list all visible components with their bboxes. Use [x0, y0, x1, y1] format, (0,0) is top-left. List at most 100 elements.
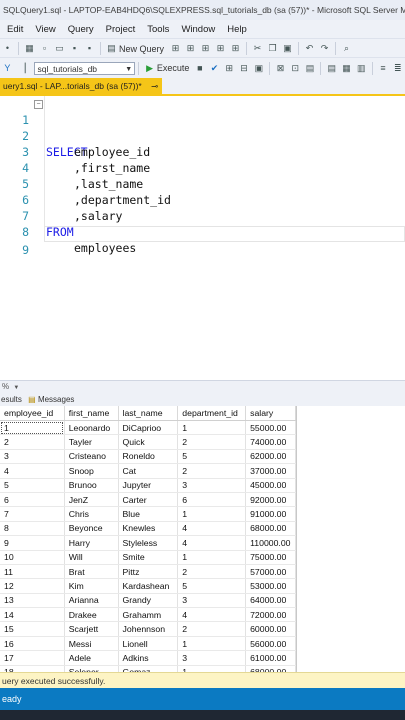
- code-line[interactable]: 3 ,first_name: [0, 128, 405, 175]
- new-query-icon[interactable]: ▤: [106, 43, 117, 54]
- table-cell[interactable]: 53000.00: [245, 578, 296, 594]
- table-cell[interactable]: Pittz: [118, 564, 179, 580]
- table-cell[interactable]: 57000.00: [245, 564, 296, 580]
- parse-checkmark-icon[interactable]: ✔: [209, 63, 220, 74]
- menu-window[interactable]: Window: [181, 24, 215, 35]
- menu-project[interactable]: Project: [106, 24, 136, 35]
- save-all-icon[interactable]: ▪: [84, 43, 95, 54]
- connect-icon[interactable]: Y: [2, 63, 13, 74]
- table-cell[interactable]: Cat: [118, 463, 179, 479]
- code-line[interactable]: 1 − SELECT: [0, 96, 405, 159]
- execute-button[interactable]: Execute: [157, 63, 190, 73]
- code-line[interactable]: 7 FROM: [0, 192, 405, 239]
- mdx-query-icon[interactable]: ⊞: [185, 43, 196, 54]
- table-cell[interactable]: Smite: [118, 550, 179, 565]
- table-cell[interactable]: Roneldo: [118, 449, 179, 465]
- table-cell[interactable]: Drakee: [64, 607, 119, 623]
- table-cell[interactable]: 2: [177, 621, 247, 637]
- stop-icon[interactable]: ■: [194, 63, 205, 74]
- table-cell[interactable]: 72000.00: [245, 607, 296, 623]
- table-cell[interactable]: Quick: [118, 434, 179, 450]
- table-cell[interactable]: Kardashean: [118, 578, 179, 594]
- undo-icon[interactable]: ↶: [304, 43, 315, 54]
- table-cell[interactable]: Blue: [118, 506, 179, 522]
- table-cell[interactable]: 1: [177, 506, 247, 522]
- row-id-cell[interactable]: 4: [0, 463, 65, 479]
- table-cell[interactable]: 1: [177, 636, 247, 652]
- table-row[interactable]: 2 Tayler Quick 2 74000.00: [0, 434, 296, 450]
- collapse-icon[interactable]: −: [34, 100, 43, 109]
- tab-query-document[interactable]: uery1.sql - LAP...torials_db (sa (57))* …: [0, 78, 162, 94]
- row-id-cell[interactable]: 11: [0, 564, 65, 580]
- table-row[interactable]: 9 Harry Styleless 4 110000.00: [0, 535, 296, 551]
- row-id-cell[interactable]: 10: [0, 550, 65, 565]
- table-row[interactable]: 17 Adele Adkins 3 61000.00: [0, 650, 296, 666]
- db-query-icon[interactable]: ⊞: [170, 43, 181, 54]
- code-line[interactable]: 2 employee_id: [0, 112, 405, 159]
- table-row[interactable]: 11 Brat Pittz 2 57000.00: [0, 564, 296, 580]
- menu-query[interactable]: Query: [68, 24, 94, 35]
- add-item-icon[interactable]: ▫: [39, 43, 50, 54]
- column-header[interactable]: last_name: [118, 406, 179, 421]
- row-id-cell[interactable]: 16: [0, 636, 65, 652]
- row-id-cell[interactable]: 3: [0, 449, 65, 465]
- table-cell[interactable]: Tayler: [64, 434, 119, 450]
- row-id-cell[interactable]: 9: [0, 535, 65, 551]
- table-cell[interactable]: 110000.00: [245, 535, 296, 551]
- menu-view[interactable]: View: [35, 24, 55, 35]
- change-connection-icon[interactable]: ▕: [17, 63, 28, 74]
- table-cell[interactable]: 4: [177, 607, 247, 623]
- table-cell[interactable]: 3: [177, 478, 247, 493]
- uncomment-icon[interactable]: ≣: [392, 63, 403, 74]
- editor-results-splitter[interactable]: % ▼: [0, 380, 405, 393]
- table-row[interactable]: 13 Arianna Grandy 3 64000.00: [0, 593, 296, 609]
- table-cell[interactable]: 1: [177, 420, 247, 436]
- table-cell[interactable]: Will: [64, 550, 119, 565]
- table-row[interactable]: 3 Cristeano Roneldo 5 62000.00: [0, 449, 296, 465]
- results-to-file-icon[interactable]: ▥: [356, 63, 367, 74]
- table-cell[interactable]: Adkins: [118, 650, 179, 666]
- table-cell[interactable]: Beyonce: [64, 521, 119, 537]
- zoom-level[interactable]: %: [2, 382, 9, 391]
- table-cell[interactable]: 5: [177, 578, 247, 594]
- table-row[interactable]: 15 Scarjett Johennson 2 60000.00: [0, 621, 296, 637]
- table-cell[interactable]: 64000.00: [245, 593, 296, 609]
- table-row[interactable]: 5 Brunoo Jupyter 3 45000.00: [0, 478, 296, 493]
- new-project-icon[interactable]: ▦: [24, 43, 35, 54]
- table-cell[interactable]: 91000.00: [245, 506, 296, 522]
- table-cell[interactable]: Styleless: [118, 535, 179, 551]
- table-cell[interactable]: Cristeano: [64, 449, 119, 465]
- table-cell[interactable]: DiCaprioo: [118, 420, 179, 436]
- include-plan-icon[interactable]: ⊠: [275, 63, 286, 74]
- row-id-cell[interactable]: 13: [0, 593, 65, 609]
- client-stats-icon[interactable]: ▤: [305, 63, 316, 74]
- xmla-query-icon[interactable]: ⊞: [215, 43, 226, 54]
- code-line[interactable]: 6 ,salary: [0, 176, 405, 223]
- table-cell[interactable]: Arianna: [64, 593, 119, 609]
- estimated-plan-icon[interactable]: ⊞: [224, 63, 235, 74]
- column-header[interactable]: employee_id: [0, 406, 65, 421]
- table-row[interactable]: 1 Leoonardo DiCaprioo 1 55000.00: [0, 420, 296, 436]
- row-id-cell[interactable]: 14: [0, 607, 65, 623]
- dax-query-icon[interactable]: ⊞: [230, 43, 241, 54]
- live-stats-icon[interactable]: ⊡: [290, 63, 301, 74]
- table-cell[interactable]: Brat: [64, 564, 119, 580]
- code-line[interactable]: 5 ,department_id: [0, 160, 405, 207]
- row-id-cell[interactable]: 15: [0, 621, 65, 637]
- table-cell[interactable]: 37000.00: [245, 463, 296, 479]
- table-cell[interactable]: 6: [177, 492, 247, 508]
- table-row[interactable]: 10 Will Smite 1 75000.00: [0, 550, 296, 565]
- table-cell[interactable]: 2: [177, 463, 247, 479]
- new-query-button[interactable]: New Query: [119, 44, 164, 54]
- table-cell[interactable]: Chris: [64, 506, 119, 522]
- table-row[interactable]: 7 Chris Blue 1 91000.00: [0, 506, 296, 522]
- table-cell[interactable]: 60000.00: [245, 621, 296, 637]
- copy-icon[interactable]: ❐: [267, 43, 278, 54]
- row-id-cell[interactable]: 1: [0, 420, 65, 436]
- table-cell[interactable]: 4: [177, 535, 247, 551]
- table-cell[interactable]: 74000.00: [245, 434, 296, 450]
- table-cell[interactable]: 75000.00: [245, 550, 296, 565]
- row-id-cell[interactable]: 12: [0, 578, 65, 594]
- code-line[interactable]: 8 employees: [0, 208, 405, 255]
- menu-edit[interactable]: Edit: [7, 24, 23, 35]
